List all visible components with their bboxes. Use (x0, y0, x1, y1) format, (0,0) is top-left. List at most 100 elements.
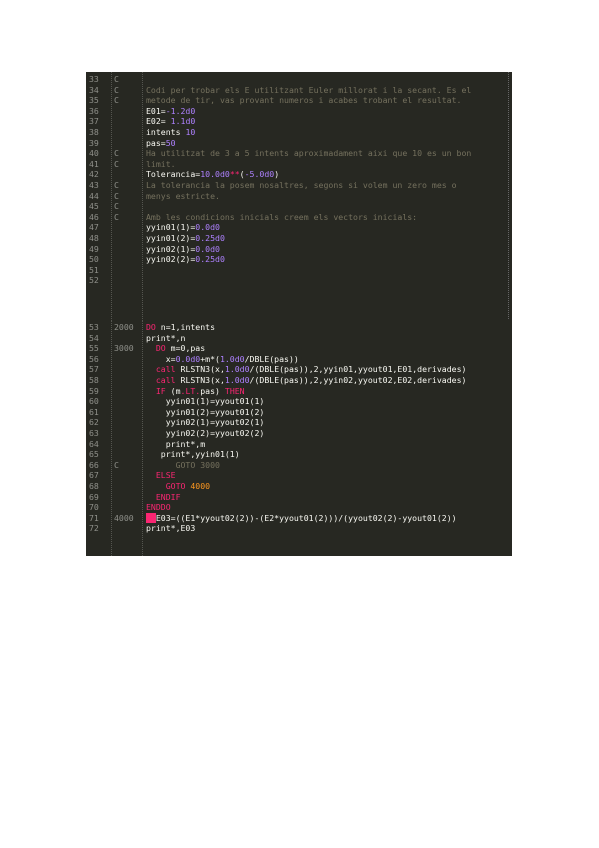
line-number: 70 (89, 502, 99, 513)
code-text: pas=50 (146, 138, 176, 149)
code-text: ENDDO (146, 502, 171, 513)
code-text: yyin01(2)=0.25d0 (146, 233, 225, 244)
code-token: 50 (165, 137, 176, 148)
line-number: 65 (89, 449, 99, 460)
code-line: 51 (86, 265, 512, 276)
code-line: 48 yyin01(2)=0.25d0 (86, 233, 512, 244)
code-token: pas) (200, 385, 225, 396)
code-token: THEN (224, 385, 245, 396)
code-token: Codi per trobar els E utilitzant Euler m… (146, 84, 472, 95)
code-token: +m*( (200, 353, 220, 364)
code-line: 40 C Ha utilitzat de 3 a 5 intents aproxim… (86, 148, 512, 159)
code-token: print*,yyin01(1) (146, 449, 240, 460)
code-text: ENDIF (146, 492, 181, 503)
line-number: 55 (89, 343, 99, 354)
statement-label: C (114, 190, 119, 201)
code-line: 41 Climit. (86, 159, 512, 170)
code-token: Ha utilitzat de 3 a 5 intents aproximada… (146, 148, 472, 159)
statement-label: 2000 (114, 322, 134, 332)
statement-label: 4000 (114, 512, 134, 523)
code-token: pas= (146, 137, 166, 148)
code-token: ELSE (155, 470, 176, 481)
code-token: yyin01(1)= (146, 222, 196, 233)
statement-label: C (114, 201, 119, 212)
code-token: yyin02(2)= (146, 254, 196, 265)
line-number: 62 (89, 417, 99, 428)
code-token: GOTO (165, 481, 191, 491)
code-token: GOTO 3000 (146, 459, 220, 470)
code-token: IF (155, 385, 171, 396)
code-text: yyin02(1)=yyout02(1) (146, 417, 265, 428)
line-number: 68 (89, 481, 99, 491)
line-number: 66 (89, 459, 99, 470)
code-text: Amb les condicions inicials creem els ve… (146, 212, 417, 223)
code-text: ELSE (146, 470, 176, 481)
code-token: DO (146, 322, 161, 332)
code-token: 0.25d0 (195, 233, 225, 243)
code-token: 0.0d0 (175, 353, 201, 364)
code-token: 0.25d0 (195, 254, 225, 265)
code-text: print*,E03 (146, 523, 195, 534)
code-text: yyin02(2)=yyout02(2) (146, 428, 265, 439)
code-line: 59 IF (m.LT.pas) THEN (86, 386, 512, 397)
line-number: 43 (89, 180, 99, 190)
code-text: call RLSTN3(x,1.0d0/(DBLE(pas)),2,yyin01… (146, 364, 467, 375)
code-text: menys estricte. (146, 191, 220, 202)
code-token: yyin01(2)=yyout01(2) (146, 406, 265, 417)
code-text: IF (m.LT.pas) THEN (146, 386, 245, 397)
code-text: print*,yyin01(1) (146, 449, 240, 460)
code-token: intents (146, 127, 186, 137)
code-token: /(DBLE(pas)),2,yyin01,yyout01,E01,deriva… (249, 364, 467, 375)
code-token: ENDIF (155, 491, 181, 502)
statement-label: C (114, 180, 119, 190)
line-number: 50 (89, 254, 99, 265)
code-line: 36 E01=-1.2d0 (86, 106, 512, 117)
code-token: E01= (146, 105, 166, 116)
code-line: 61 yyin01(2)=yyout01(2) (86, 407, 512, 418)
code-text: intents 10 (146, 127, 195, 138)
code-line: 62 yyin02(1)=yyout02(1) (86, 417, 512, 428)
line-number: 47 (89, 222, 99, 233)
line-number: 72 (89, 523, 99, 534)
line-number: 39 (89, 137, 99, 148)
code-token: ) (274, 169, 280, 180)
code-line: 42 Tolerancia=10.0d0**(-5.0d0) (86, 169, 512, 180)
code-token: DO (155, 343, 171, 354)
code-token: RLSTN3(x, (180, 375, 225, 385)
code-line: 66 C GOTO 3000 (86, 460, 512, 471)
code-token: print*,E03 (146, 523, 196, 534)
code-line: 63 yyin02(2)=yyout02(2) (86, 428, 512, 439)
line-number: 35 (89, 95, 99, 106)
code-line: 57 call RLSTN3(x,1.0d0/(DBLE(pas)),2,yyi… (86, 364, 512, 375)
code-line: 56 x=0.0d0+m*(1.0d0/DBLE(pas)) (86, 354, 512, 365)
line-number: 56 (89, 353, 99, 364)
code-line: 64 print*,m (86, 439, 512, 450)
code-line: 58 call RLSTN3(x,1.0d0/(DBLE(pas)),2,yyi… (86, 375, 512, 386)
code-token: limit. (146, 158, 176, 169)
line-number: 38 (89, 127, 99, 137)
code-token: ** (229, 169, 240, 180)
line-number: 67 (89, 470, 99, 481)
code-text: print*,m (146, 439, 205, 450)
code-token: yyin01(2)= (146, 233, 196, 243)
statement-label: C (114, 84, 119, 95)
code-token: n=1,intents (160, 322, 216, 332)
code-line: 69 ENDIF (86, 492, 512, 503)
code-token: (m (170, 385, 181, 396)
line-number: 34 (89, 84, 99, 95)
code-token: 1.0d0 (219, 353, 245, 364)
code-line: 47 yyin01(1)=0.0d0 (86, 222, 512, 233)
line-number: 41 (89, 158, 99, 169)
code-line: 46 C Amb les condicions inicials creem els… (86, 212, 512, 223)
code-text: E01=-1.2d0 (146, 106, 195, 117)
code-token: yyin02(1)=yyout02(1) (146, 417, 265, 428)
code-token: .LT. (180, 385, 201, 396)
code-line: 45 C (86, 201, 512, 212)
line-number: 51 (89, 264, 99, 275)
line-number: 52 (89, 275, 99, 286)
code-token: La tolerancia la posem nosaltres, segons… (146, 180, 457, 190)
